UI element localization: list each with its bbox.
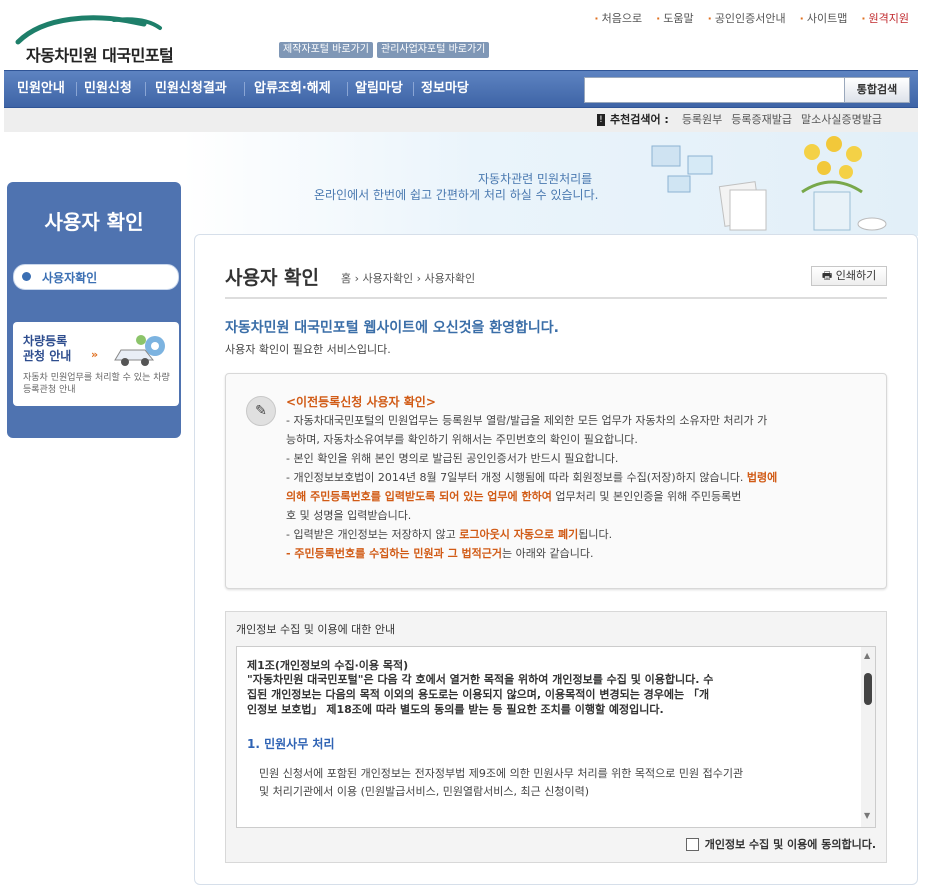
notice-text: 업무처리 및 본인인증을 위해 주민등록번 (551, 490, 742, 503)
scroll-thumb[interactable] (864, 673, 872, 705)
car-gear-icon (114, 335, 165, 366)
link-help[interactable]: 도움말 (656, 10, 693, 26)
breadcrumb-home[interactable]: 홈 (341, 272, 351, 285)
nav-civil-guide[interactable]: 민원안내 (17, 71, 65, 107)
promo-description: 자동차 민원업무를 처리할 수 있는 차량등록관청 안내 (23, 373, 170, 395)
agree-label: 개인정보 수집 및 이용에 동의합니다. (704, 838, 876, 851)
breadcrumb-current: 사용자확인 (424, 272, 476, 285)
notice-line: 호 및 성명을 입력받습니다. (286, 509, 412, 522)
main-content: 사용자 확인 홈 › 사용자확인 › 사용자확인 🖶 인쇄하기 자동차민원 대국… (194, 234, 918, 885)
scroll-down-icon[interactable]: ▼ (864, 811, 870, 820)
recommend-label: 추천검색어 : (609, 113, 669, 126)
nav-notice[interactable]: 알림마당 (355, 71, 403, 107)
page-title: 사용자 확인 (225, 267, 320, 289)
notice-text: 는 아래와 같습니다. (502, 547, 594, 560)
logo-swoosh-icon (15, 15, 162, 45)
print-button[interactable]: 🖶 인쇄하기 (811, 266, 887, 286)
sidebar-item-user-check[interactable]: 사용자확인 (13, 264, 179, 290)
notice-title: <이전등록신청 사용자 확인> (286, 395, 436, 409)
exclamation-icon: ! (596, 114, 605, 126)
bullet-icon (22, 272, 31, 281)
promo-title: 차량등록 관청 안내 (23, 334, 72, 363)
memo-edit-icon: ✎ (246, 396, 276, 426)
scroll-up-icon[interactable]: ▲ (864, 651, 870, 660)
notice-line: - 자동차대국민포털의 민원업무는 등록원부 열람/발급을 제외한 모든 업무가… (286, 414, 768, 427)
notice-line: - 입력받은 개인정보는 저장하지 않고 로그아웃시 자동으로 폐기됩니다. (286, 526, 612, 542)
chevron-right-icon: › (416, 272, 425, 285)
recommend-word[interactable]: 등록증재발급 (731, 113, 792, 126)
recommend-bar: ! 추천검색어 : 등록원부 등록증재발급 말소사실증명발급 (4, 108, 918, 132)
notice-emphasis: 로그아웃시 자동으로 폐기 (459, 528, 579, 541)
link-certificate-guide[interactable]: 공인인증서안내 (708, 10, 786, 26)
privacy-consent-box: 개인정보 수집 및 이용에 대한 안내 제1조(개인정보의 수집·이용 목적) … (225, 611, 887, 863)
recommend-word[interactable]: 등록원부 (682, 113, 722, 126)
banner-line2: 온라인에서 한번에 쉽고 간편하게 처리 하실 수 있습니다. (314, 188, 599, 202)
registration-office-promo[interactable]: 차량등록 관청 안내 » 자동차 민원업무를 처리할 수 있는 차량등록관청 안… (13, 322, 179, 406)
nav-seizure-inquiry[interactable]: 압류조회·해제 (254, 71, 331, 107)
link-sitemap[interactable]: 사이트맵 (800, 10, 847, 26)
notice-line: - 주민등록번호를 수집하는 민원과 그 법적근거는 아래와 같습니다. (286, 545, 593, 561)
chevron-right-icon: › (354, 272, 363, 285)
nav-divider (413, 82, 414, 96)
section-title: 1. 민원사무 처리 (247, 737, 335, 751)
welcome-heading: 자동차민원 대국민포털 웹사이트에 오신것을 환영합니다. (225, 320, 559, 336)
notice-box: ✎ <이전등록신청 사용자 확인> - 자동차대국민포털의 민원업무는 등록원부… (225, 373, 887, 589)
sidebar-item-label: 사용자확인 (42, 271, 98, 285)
link-remote-support[interactable]: 원격지원 (861, 10, 909, 26)
nav-apply-result[interactable]: 민원신청결과 (155, 71, 227, 107)
search-button[interactable]: 통합검색 (844, 77, 910, 103)
article-line: "자동차민원 대국민포털"은 다음 각 호에서 열거한 목적을 위하여 개인정보… (247, 673, 714, 686)
agree-consent[interactable]: 개인정보 수집 및 이용에 동의합니다. (685, 836, 876, 852)
logo-text: 자동차민원 대국민포털 (26, 46, 174, 65)
nav-divider (347, 82, 348, 96)
notice-emphasis: 법령에 (746, 471, 778, 484)
sidebar-title: 사용자 확인 (44, 210, 144, 234)
notice-emphasis: 의해 주민등록번호를 입력받도록 되어 있는 업무에 한하여 (286, 490, 552, 503)
main-nav: 민원안내 민원신청 민원신청결과 압류조회·해제 알림마당 정보마당 통합검색 (4, 70, 918, 108)
notice-line: - 본인 확인을 위해 본인 명의로 발급된 공인인증서가 반드시 필요합니다. (286, 452, 619, 465)
notice-text: - 입력받은 개인정보는 저장하지 않고 (286, 528, 460, 541)
top-links: 처음으로 도움말 공인인증서안내 사이트맵 원격지원 (594, 10, 909, 26)
search-input[interactable] (584, 77, 846, 103)
notice-line: - 개인정보보호법이 2014년 8월 7일부터 개정 시행됨에 따라 회원정보… (286, 469, 777, 485)
notice-text: - 개인정보보호법이 2014년 8월 7일부터 개정 시행됨에 따라 회원정보… (286, 471, 747, 484)
recommend-word[interactable]: 말소사실증명발급 (801, 113, 882, 126)
banner-line1: 자동차관련 민원처리를 (478, 172, 593, 186)
notice-emphasis: - 주민등록번호를 수집하는 민원과 그 법적근거 (286, 547, 502, 560)
title-divider (225, 297, 887, 299)
maker-portal-button[interactable]: 제작자포털 바로가기 (279, 42, 373, 58)
agree-checkbox[interactable] (685, 837, 699, 851)
notice-line: 능하며, 자동차소유여부를 확인하기 위해서는 주민번호의 확인이 필요합니다. (286, 433, 638, 446)
nav-civil-apply[interactable]: 민원신청 (84, 71, 132, 107)
nav-divider (76, 82, 77, 96)
privacy-terms-scroll[interactable]: 제1조(개인정보의 수집·이용 목적) "자동차민원 대국민포털"은 다음 각 … (236, 646, 876, 828)
article-line: 인정보 보호법」 제18조에 따라 별도의 동의를 받는 등 필요한 조치를 이… (247, 703, 664, 716)
breadcrumb-item[interactable]: 사용자확인 (363, 272, 414, 285)
breadcrumb: 홈 › 사용자확인 › 사용자확인 (341, 270, 475, 286)
nav-divider (145, 82, 146, 96)
hero-banner: 자동차관련 민원처리를 온라인에서 한번에 쉽고 간편하게 처리 하실 수 있습… (182, 132, 918, 236)
print-label: 인쇄하기 (835, 269, 877, 282)
welcome-subtext: 사용자 확인이 필요한 서비스입니다. (225, 343, 391, 356)
link-home[interactable]: 처음으로 (594, 10, 642, 26)
sidebar: 사용자 확인 사용자확인 차량등록 관청 안내 » 자동차 민원업무를 처리할 … (7, 182, 181, 438)
nav-divider (244, 82, 245, 96)
nav-info[interactable]: 정보마당 (421, 71, 469, 107)
article-line: 집된 개인정보는 다음의 목적 이외의 용도로는 이용되지 않으며, 이용목적이… (247, 688, 710, 701)
section-line: 민원 신청서에 포함된 개인정보는 전자정부법 제9조에 의한 민원사무 처리를… (259, 767, 744, 780)
scrollbar[interactable]: ▲ ▼ (861, 647, 875, 827)
privacy-header: 개인정보 수집 및 이용에 대한 안내 (236, 623, 396, 636)
chevron-right-icon: » (91, 348, 99, 361)
section-line: 및 처리기관에서 이용 (민원발급서비스, 민원열람서비스, 최근 신청이력) (259, 785, 590, 798)
notice-line: 의해 주민등록번호를 입력받도록 되어 있는 업무에 한하여 업무처리 및 본인… (286, 488, 741, 504)
notice-text: 됩니다. (578, 528, 613, 541)
business-portal-button[interactable]: 관리사업자포털 바로가기 (377, 42, 490, 58)
site-logo[interactable]: 자동차민원 대국민포털 (14, 12, 200, 65)
printer-icon: 🖶 (821, 269, 833, 282)
